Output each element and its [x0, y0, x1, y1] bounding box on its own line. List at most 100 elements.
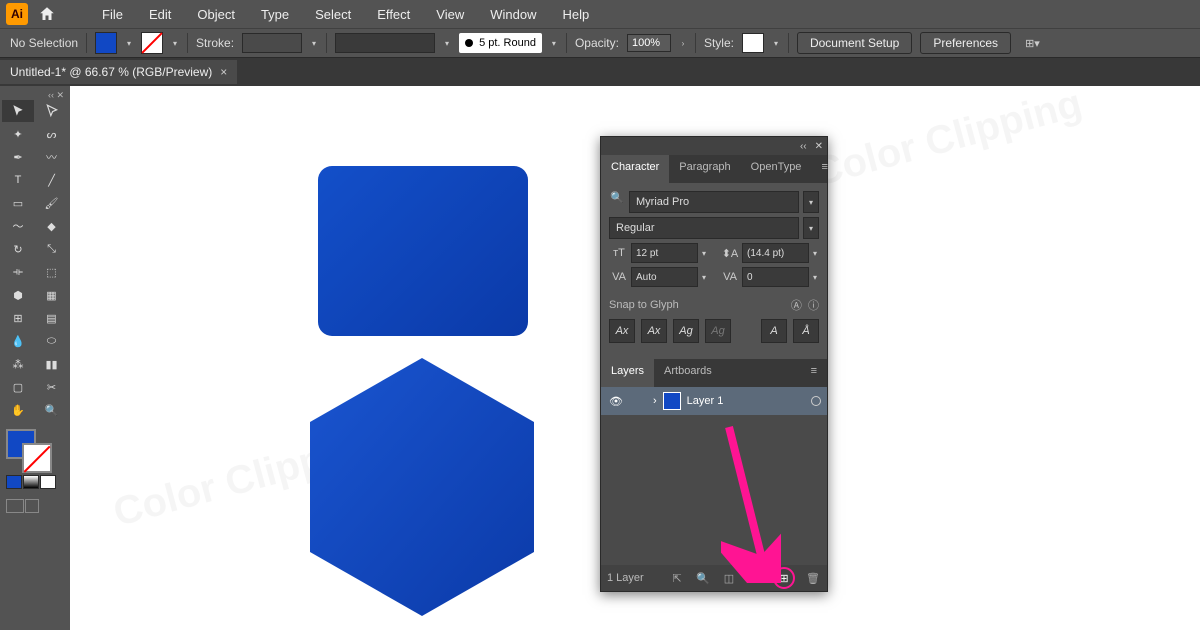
- tab-character[interactable]: Character: [601, 155, 669, 183]
- chevron-down-icon[interactable]: ▾: [550, 39, 558, 48]
- hand-tool[interactable]: ✋: [2, 399, 34, 421]
- symbol-sprayer-tool[interactable]: ⁂: [2, 353, 34, 375]
- locate-object-icon[interactable]: ⇱: [669, 570, 685, 586]
- chevron-down-icon[interactable]: ▾: [125, 39, 133, 48]
- home-icon[interactable]: [36, 3, 58, 25]
- free-transform-tool[interactable]: ⬚: [36, 261, 68, 283]
- stroke-swatch[interactable]: [141, 32, 163, 54]
- pen-tool[interactable]: ✒: [2, 146, 34, 168]
- chevron-down-icon[interactable]: ▾: [811, 249, 819, 258]
- shaper-tool[interactable]: 〜: [2, 215, 34, 237]
- opacity-field[interactable]: 100%: [627, 34, 671, 52]
- menu-type[interactable]: Type: [249, 3, 301, 26]
- menu-edit[interactable]: Edit: [137, 3, 183, 26]
- align-icon[interactable]: ⊞▾: [1025, 37, 1040, 50]
- perspective-grid-tool[interactable]: ▦: [36, 284, 68, 306]
- chevron-down-icon[interactable]: ▾: [310, 39, 318, 48]
- visibility-icon[interactable]: 👁: [607, 395, 625, 408]
- style-swatch[interactable]: [742, 33, 764, 53]
- chevron-down-icon[interactable]: ▾: [171, 39, 179, 48]
- rounded-rectangle-shape[interactable]: [318, 166, 528, 336]
- artboard-tool[interactable]: ▢: [2, 376, 34, 398]
- fill-stroke-control[interactable]: [2, 427, 68, 473]
- glyph-btn-1[interactable]: Ax: [609, 319, 635, 343]
- menu-file[interactable]: File: [90, 3, 135, 26]
- variable-width-field[interactable]: [335, 33, 435, 53]
- selection-tool[interactable]: [2, 100, 34, 122]
- magic-wand-tool[interactable]: ✦: [2, 123, 34, 145]
- glyph-btn-2[interactable]: Ax: [641, 319, 667, 343]
- eraser-tool[interactable]: ◆: [36, 215, 68, 237]
- search-icon[interactable]: 🔍: [609, 191, 625, 213]
- curvature-tool[interactable]: 〰: [36, 146, 68, 168]
- eyedropper-tool[interactable]: 💧: [2, 330, 34, 352]
- gradient-tool[interactable]: ▤: [36, 307, 68, 329]
- direct-selection-tool[interactable]: [36, 100, 68, 122]
- preferences-button[interactable]: Preferences: [920, 32, 1011, 54]
- chevron-down-icon[interactable]: ▾: [700, 273, 708, 282]
- font-style-field[interactable]: Regular: [609, 217, 799, 239]
- tab-layers[interactable]: Layers: [601, 359, 654, 387]
- hexagon-shape[interactable]: [310, 358, 534, 616]
- color-mode[interactable]: [6, 475, 22, 489]
- menu-select[interactable]: Select: [303, 3, 363, 26]
- mesh-tool[interactable]: ⊞: [2, 307, 34, 329]
- chevron-down-icon[interactable]: ▾: [772, 39, 780, 48]
- tab-opentype[interactable]: OpenType: [741, 155, 812, 183]
- none-mode[interactable]: [40, 475, 56, 489]
- screen-mode[interactable]: [2, 499, 68, 513]
- chevron-right-icon[interactable]: ›: [679, 39, 687, 48]
- tab-artboards[interactable]: Artboards: [654, 359, 722, 387]
- layer-row[interactable]: 👁 › Layer 1: [601, 387, 827, 415]
- search-layer-icon[interactable]: 🔍: [695, 570, 711, 586]
- toolbar-collapse[interactable]: ‹‹ ✕: [2, 90, 68, 100]
- line-tool[interactable]: ╱: [36, 169, 68, 191]
- expand-icon[interactable]: ›: [653, 395, 657, 407]
- font-size-field[interactable]: 12 pt: [631, 243, 698, 263]
- fill-swatch[interactable]: [95, 32, 117, 54]
- panel-menu-icon[interactable]: ≡: [801, 359, 827, 387]
- chevron-down-icon[interactable]: ▾: [811, 273, 819, 282]
- glyph-btn-4[interactable]: Ag: [705, 319, 731, 343]
- menu-effect[interactable]: Effect: [365, 3, 422, 26]
- info-icon[interactable]: ⓘ: [808, 300, 819, 312]
- shape-builder-tool[interactable]: ⬢: [2, 284, 34, 306]
- glyph-btn-3[interactable]: Ag: [673, 319, 699, 343]
- glyph-btn-5[interactable]: A: [761, 319, 787, 343]
- column-graph-tool[interactable]: ▮▮: [36, 353, 68, 375]
- type-tool[interactable]: T: [2, 169, 34, 191]
- close-icon[interactable]: ✕: [815, 141, 823, 152]
- font-family-field[interactable]: Myriad Pro: [629, 191, 799, 213]
- tracking-field[interactable]: 0: [742, 267, 809, 287]
- rotate-tool[interactable]: ↻: [2, 238, 34, 260]
- chevron-down-icon[interactable]: ▾: [443, 39, 451, 48]
- stroke-color-box[interactable]: [22, 443, 52, 473]
- canvas[interactable]: Color Clipping Color Clipping ‹‹ ✕ Chara…: [70, 86, 1200, 630]
- slice-tool[interactable]: ✂: [36, 376, 68, 398]
- menu-help[interactable]: Help: [550, 3, 601, 26]
- leading-field[interactable]: (14.4 pt): [742, 243, 809, 263]
- close-tab-icon[interactable]: ×: [220, 65, 227, 79]
- menu-view[interactable]: View: [424, 3, 476, 26]
- paintbrush-tool[interactable]: 🖌: [36, 192, 68, 214]
- chevron-down-icon[interactable]: ▾: [803, 191, 819, 213]
- rectangle-tool[interactable]: ▭: [2, 192, 34, 214]
- zoom-tool[interactable]: 🔍: [36, 399, 68, 421]
- kerning-field[interactable]: Auto: [631, 267, 698, 287]
- layer-name[interactable]: Layer 1: [687, 395, 724, 407]
- lasso-tool[interactable]: ᔕ: [36, 123, 68, 145]
- tab-paragraph[interactable]: Paragraph: [669, 155, 740, 183]
- scale-tool[interactable]: ⤡: [36, 238, 68, 260]
- blend-tool[interactable]: ⬭: [36, 330, 68, 352]
- chevron-down-icon[interactable]: ▾: [803, 217, 819, 239]
- panel-menu-icon[interactable]: ≡: [811, 155, 837, 183]
- glyph-icon[interactable]: Ⓐ: [791, 300, 802, 312]
- delete-layer-icon[interactable]: 🗑: [805, 570, 821, 586]
- collapse-icon[interactable]: ‹‹: [800, 141, 807, 152]
- document-setup-button[interactable]: Document Setup: [797, 32, 912, 54]
- brush-definition[interactable]: 5 pt. Round: [459, 33, 542, 53]
- width-tool[interactable]: ⟛: [2, 261, 34, 283]
- chevron-down-icon[interactable]: ▾: [700, 249, 708, 258]
- gradient-mode[interactable]: [23, 475, 39, 489]
- stroke-weight-field[interactable]: [242, 33, 302, 53]
